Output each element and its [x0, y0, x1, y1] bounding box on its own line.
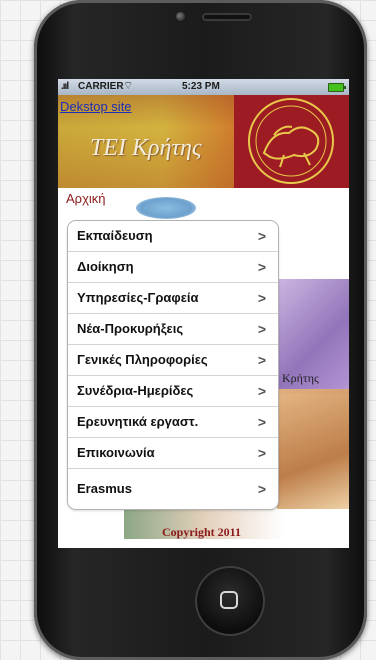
menu-item-services[interactable]: Υπηρεσίες-Γραφεία >: [68, 283, 278, 314]
chevron-right-icon: >: [257, 383, 266, 399]
menu-item-conferences[interactable]: Συνέδρια-Ημερίδες >: [68, 376, 278, 407]
menu-item-general-info[interactable]: Γενικές Πληροφορίες >: [68, 345, 278, 376]
battery-icon: [328, 83, 346, 92]
menu-item-label: Συνέδρια-Ημερίδες: [77, 383, 194, 398]
copyright-text: Copyright 2011: [162, 525, 242, 539]
menu-item-label: Erasmus: [77, 481, 132, 496]
chevron-right-icon: >: [257, 414, 266, 430]
header-banner: Dekstop site TEI Κρήτης: [58, 95, 349, 188]
wifi-icon: ⌔: [123, 80, 134, 92]
chevron-right-icon: >: [257, 259, 266, 275]
background-decoration: [277, 389, 349, 509]
menu-item-erasmus[interactable]: Erasmus >: [68, 469, 278, 509]
status-bar: .ııl CARRIER ⌔ 5:23 PM: [58, 79, 349, 95]
menu-item-administration[interactable]: Διοίκηση >: [68, 252, 278, 283]
chevron-right-icon: >: [257, 290, 266, 306]
status-time: 5:23 PM: [182, 81, 220, 92]
menu-item-label: Νέα-Προκυρήξεις: [77, 321, 184, 336]
menu-item-label: Ερευνητικά εργαστ.: [77, 414, 199, 429]
phone-screen: .ııl CARRIER ⌔ 5:23 PM Dekstop site TEI …: [58, 79, 349, 548]
menu-item-education[interactable]: Εκπαίδευση >: [68, 221, 278, 252]
menu-item-research-labs[interactable]: Ερευνητικά εργαστ. >: [68, 407, 278, 438]
menu-item-news[interactable]: Νέα-Προκυρήξεις >: [68, 314, 278, 345]
chevron-right-icon: >: [257, 321, 266, 337]
chevron-right-icon: >: [257, 481, 266, 497]
menu-item-label: Υπηρεσίες-Γραφεία: [77, 290, 199, 305]
chevron-right-icon: >: [257, 228, 266, 244]
menu-item-label: Επικοινωνία: [77, 445, 155, 460]
main-menu: Εκπαίδευση > Διοίκηση > Υπηρεσίες-Γραφεί…: [67, 220, 279, 510]
background-decoration: [136, 197, 196, 219]
home-link[interactable]: Αρχική: [66, 191, 106, 206]
desktop-site-link[interactable]: Dekstop site: [60, 99, 132, 114]
menu-item-label: Διοίκηση: [77, 259, 134, 274]
site-title: TEI Κρήτης: [90, 135, 202, 161]
signal-icon: .ııl: [61, 81, 69, 92]
university-seal-icon: [234, 95, 349, 188]
speaker-grille: [202, 13, 252, 21]
menu-item-label: Εκπαίδευση: [77, 228, 153, 243]
background-caption: Κρήτης: [282, 371, 319, 385]
home-button[interactable]: [195, 566, 265, 636]
home-square-icon: [220, 591, 238, 609]
chevron-right-icon: >: [257, 445, 266, 461]
menu-item-label: Γενικές Πληροφορίες: [77, 352, 208, 367]
chevron-right-icon: >: [257, 352, 266, 368]
camera-icon: [176, 12, 185, 21]
menu-item-contact[interactable]: Επικοινωνία >: [68, 438, 278, 469]
carrier-label: CARRIER: [78, 81, 124, 92]
